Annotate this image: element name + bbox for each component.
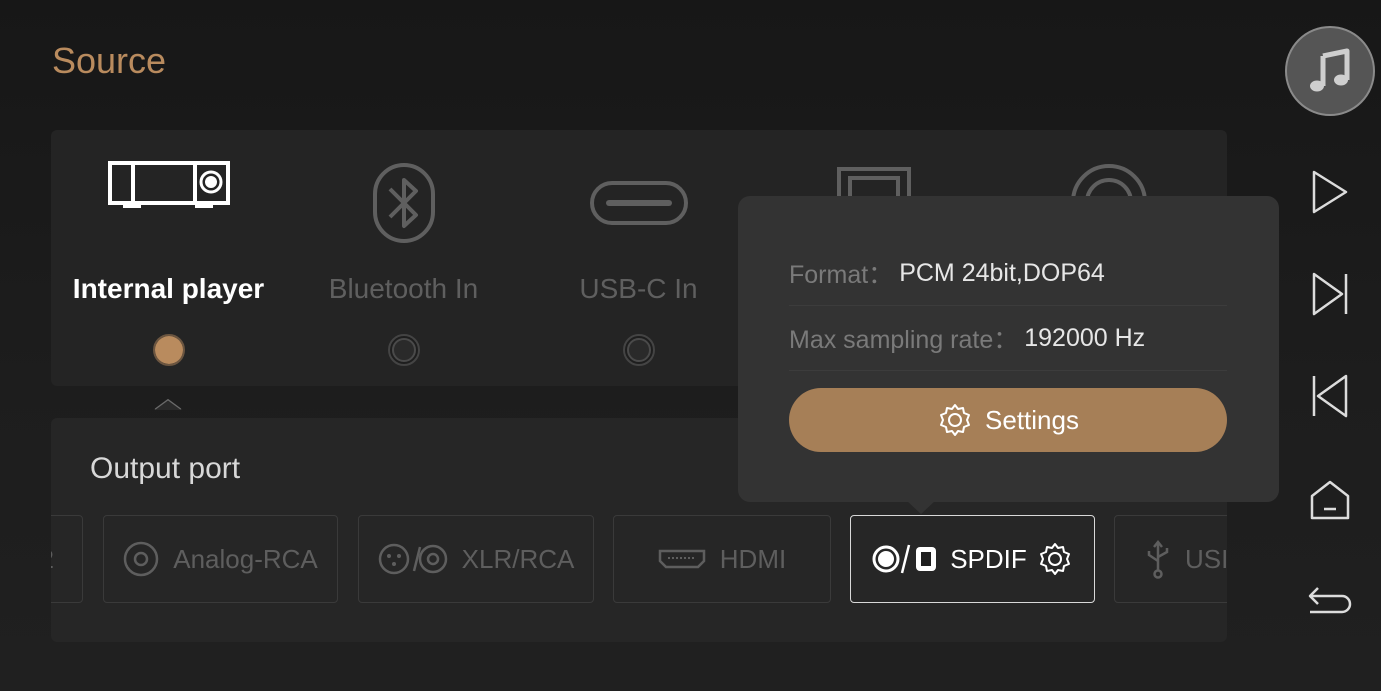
- source-label: USB-C In: [579, 273, 698, 304]
- port-label: HDMI: [719, 543, 787, 574]
- port-label: Analog-RCA: [173, 543, 318, 574]
- next-button[interactable]: [1290, 254, 1370, 334]
- sampling-rate-key: Max sampling rate：: [789, 326, 1019, 354]
- hdmi-icon: [658, 547, 706, 571]
- gear-icon: [937, 402, 973, 438]
- port-label: SPDIF: [950, 543, 1027, 574]
- play-button[interactable]: [1290, 152, 1370, 232]
- spdif-icon: [872, 541, 940, 577]
- output-port-spdif[interactable]: SPDIF: [850, 515, 1095, 603]
- port-label: XLR/RCA: [461, 543, 575, 574]
- rca-icon: [123, 541, 159, 577]
- internal-player-icon: [107, 160, 231, 217]
- usb-icon: [1145, 539, 1171, 579]
- source-radio[interactable]: [387, 334, 420, 366]
- output-port-hdmi[interactable]: HDMI: [613, 515, 831, 603]
- next-icon: [1310, 271, 1350, 317]
- back-button[interactable]: [1290, 562, 1370, 642]
- format-value: PCM 24bit,DOP64: [899, 258, 1105, 287]
- selection-caret: [153, 398, 183, 410]
- bluetooth-icon: [372, 162, 436, 249]
- page-title: Source: [52, 40, 167, 81]
- source-usb-c[interactable]: USB-C In: [521, 130, 756, 386]
- source-label: Bluetooth In: [328, 273, 479, 304]
- popup-pointer: [906, 500, 936, 514]
- settings-button[interactable]: Settings: [789, 388, 1227, 452]
- previous-button[interactable]: [1290, 356, 1370, 436]
- music-icon: [1307, 48, 1353, 94]
- sampling-rate-row: Max sampling rate： 192000 Hz: [789, 306, 1227, 371]
- format-row: Format： PCM 24bit,DOP64: [789, 241, 1227, 306]
- gear-icon[interactable]: [1037, 541, 1073, 577]
- source-radio-selected[interactable]: [152, 334, 185, 366]
- source-bluetooth[interactable]: Bluetooth In: [286, 130, 521, 386]
- source-internal-player[interactable]: Internal player: [51, 130, 286, 386]
- port-label: 2: [51, 544, 54, 575]
- music-button[interactable]: [1285, 26, 1375, 116]
- xlr-rca-icon: [378, 541, 448, 577]
- source-radio[interactable]: [622, 334, 655, 366]
- port-label: USI: [1185, 543, 1227, 574]
- output-info-popup: Format： PCM 24bit,DOP64 Max sampling rat…: [738, 196, 1279, 502]
- settings-label: Settings: [985, 404, 1079, 435]
- output-port-usb[interactable]: USI: [1114, 515, 1227, 603]
- home-button[interactable]: [1290, 460, 1370, 540]
- play-icon: [1310, 169, 1350, 215]
- home-icon: [1308, 478, 1352, 522]
- back-icon: [1306, 584, 1354, 620]
- source-label: Internal player: [72, 273, 265, 304]
- previous-icon: [1310, 373, 1350, 419]
- usb-c-icon: [589, 180, 689, 231]
- format-key: Format：: [789, 261, 894, 289]
- output-port-partial[interactable]: 2: [51, 515, 83, 603]
- output-port-xlr-rca[interactable]: XLR/RCA: [358, 515, 594, 603]
- sampling-rate-value: 192000 Hz: [1024, 323, 1146, 352]
- output-port-title: Output port: [90, 452, 241, 485]
- output-port-analog-rca[interactable]: Analog-RCA: [103, 515, 338, 603]
